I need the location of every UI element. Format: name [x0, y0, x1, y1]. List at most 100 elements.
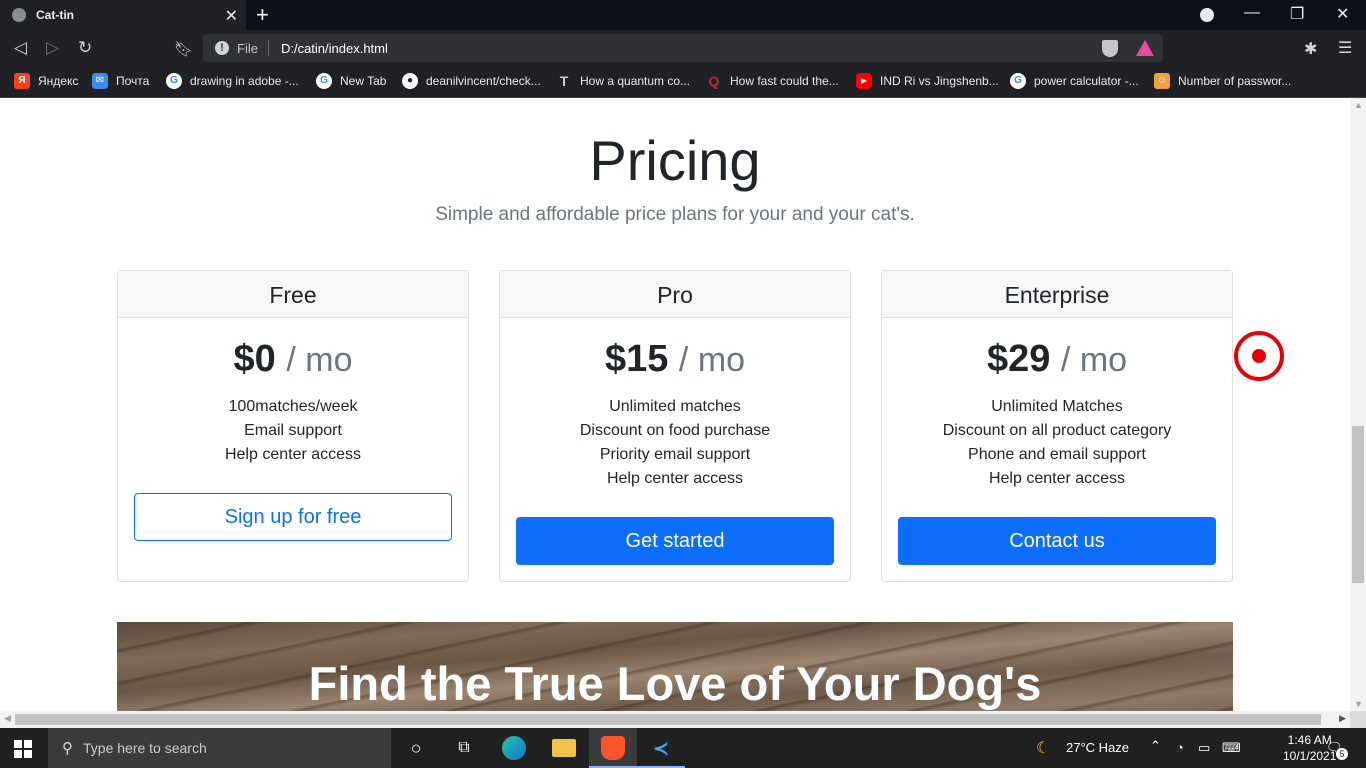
wifi-icon[interactable]: ◔	[1176, 740, 1184, 755]
url-scheme-label: File	[237, 40, 258, 56]
windows-start-icon[interactable]	[14, 740, 32, 758]
feature-list: Unlimited matches Discount on food purch…	[500, 395, 850, 491]
scrollbar-thumb[interactable]	[1352, 426, 1364, 583]
feature-list: Unlimited Matches Discount on all produc…	[882, 395, 1232, 491]
bookmark-label: Яндекс	[38, 74, 79, 88]
bookmark-item[interactable]: G New Tab	[316, 73, 386, 89]
brave-taskbar-item[interactable]	[589, 728, 637, 768]
brave-shield-icon[interactable]	[1102, 40, 1118, 57]
vscode-icon: ≺	[652, 737, 670, 760]
scroll-up-icon[interactable]: ▲	[1354, 100, 1363, 110]
bookmark-label: How a quantum co...	[580, 74, 691, 88]
menu-icon[interactable]: ☰	[1338, 38, 1352, 58]
reload-icon[interactable]: ↻	[78, 38, 92, 58]
bookmark-item[interactable]: ● deanilvincent/check...	[402, 73, 541, 89]
bookmark-item[interactable]: ☺ Number of passwor...	[1154, 73, 1291, 89]
notification-count: 5	[1336, 748, 1348, 760]
bookmark-label: IND Ri vs Jingshenb...	[880, 74, 999, 88]
forward-icon[interactable]: ▷	[46, 38, 59, 58]
contact-us-button[interactable]: Contact us	[898, 517, 1216, 565]
address-bar[interactable]: ! File D:/catin/index.html	[203, 34, 1163, 62]
taskbar-search[interactable]: ⚲ Type here to search	[48, 728, 391, 768]
google-icon: G	[166, 73, 182, 89]
page-title: Pricing	[589, 129, 761, 192]
search-icon: ⚲	[62, 740, 73, 757]
close-window-button[interactable]: ✕	[1336, 4, 1349, 24]
price-amount: $15	[604, 338, 669, 380]
get-started-button[interactable]: Get started	[516, 517, 834, 565]
url-text[interactable]: D:/catin/index.html	[281, 41, 388, 56]
feature-list: 100matches/week Email support Help cente…	[118, 395, 468, 467]
divider	[267, 40, 269, 56]
vertical-scrollbar[interactable]: ▲ ▼	[1350, 98, 1366, 711]
extensions-icon[interactable]: ✱	[1304, 39, 1317, 59]
bookmark-item[interactable]: T How a quantum co...	[556, 73, 690, 89]
file-explorer-icon[interactable]	[552, 739, 576, 757]
bookmark-label: drawing in adobe -...	[190, 74, 299, 88]
scrollbar-corner	[1350, 711, 1366, 728]
edge-icon[interactable]	[502, 736, 526, 760]
bookmark-label: power calculator -...	[1034, 74, 1139, 88]
tab-title: Cat-tin	[36, 8, 74, 22]
tab-strip: Cat-tin ✕ + — ❐ ✕	[0, 0, 1366, 30]
feature-item: Help center access	[606, 470, 744, 487]
pricing-card-pro: Pro $15 / mo Unlimited matches Discount …	[499, 270, 851, 582]
task-view-icon[interactable]: ⧉	[452, 736, 476, 760]
brave-rewards-icon[interactable]	[1136, 40, 1154, 56]
plan-price: $15 / mo	[500, 338, 850, 381]
feature-item: Discount on all product category	[942, 422, 1172, 439]
cortana-icon[interactable]: ○	[404, 736, 428, 760]
banner-title: Find the True Love of Your Dog's	[308, 657, 1042, 710]
scroll-right-icon[interactable]: ▶	[1339, 713, 1346, 724]
bookmark-label: deanilvincent/check...	[426, 74, 541, 88]
bookmark-item[interactable]: G power calculator -...	[1010, 73, 1139, 89]
scroll-down-icon[interactable]: ▼	[1354, 699, 1363, 709]
feature-item: Help center access	[988, 470, 1126, 487]
scrollbar-thumb[interactable]	[15, 714, 1321, 725]
bookmark-item[interactable]: ✉ Почта	[92, 73, 149, 89]
plan-price: $29 / mo	[882, 338, 1232, 381]
bookmark-item[interactable]: Q How fast could the...	[706, 73, 839, 89]
feature-item: Help center access	[224, 446, 362, 463]
vscode-taskbar-item[interactable]: ≺	[637, 728, 685, 768]
search-placeholder: Type here to search	[83, 740, 207, 756]
minimize-button[interactable]: —	[1244, 4, 1260, 22]
google-icon: G	[1010, 73, 1026, 89]
bookmarks-bar: Я Яндекс ✉ Почта G drawing in adobe -...…	[0, 66, 1366, 98]
bookmark-icon[interactable]: 🔖︎	[174, 40, 193, 58]
bookmark-label: Почта	[116, 74, 150, 88]
bookmark-label: How fast could the...	[730, 74, 839, 88]
scroll-left-icon[interactable]: ◀	[4, 713, 11, 724]
back-icon[interactable]: ◁	[14, 38, 27, 58]
github-icon: ●	[402, 73, 418, 89]
feature-item: Unlimited matches	[609, 398, 741, 415]
page-subtitle: Simple and affordable price plans for yo…	[435, 204, 915, 225]
youtube-icon: ▶	[856, 73, 872, 89]
globe-icon	[12, 8, 26, 22]
tab-cat-tin[interactable]: Cat-tin ✕	[0, 0, 246, 30]
cursor-dot-icon	[1252, 349, 1266, 363]
tab-close-icon[interactable]: ✕	[225, 6, 238, 26]
restore-button[interactable]: ❐	[1290, 4, 1304, 24]
new-tab-button[interactable]: +	[256, 2, 269, 28]
info-icon[interactable]: !	[215, 41, 229, 55]
plan-name: Pro	[500, 271, 850, 318]
bookmark-label: New Tab	[340, 74, 387, 88]
plan-name: Free	[118, 271, 468, 318]
bookmark-item[interactable]: G drawing in adobe -...	[166, 73, 299, 89]
horizontal-scrollbar[interactable]: ◀ ▶	[0, 711, 1350, 728]
weather-icon[interactable]: ☾	[1036, 738, 1050, 758]
price-period: / mo	[678, 341, 746, 379]
keyboard-icon[interactable]: ⌨	[1222, 740, 1241, 756]
chevron-up-icon[interactable]: ⌃	[1150, 738, 1161, 754]
battery-icon[interactable]: ▭	[1198, 740, 1210, 756]
price-amount: $0	[233, 338, 276, 380]
plan-price: $0 / mo	[118, 338, 468, 381]
bookmark-item[interactable]: Я Яндекс	[14, 73, 78, 89]
bookmark-item[interactable]: ▶ IND Ri vs Jingshenb...	[856, 73, 999, 89]
profile-menu-icon[interactable]	[1200, 8, 1214, 22]
weather-text[interactable]: 27°C Haze	[1066, 740, 1129, 755]
windows-taskbar: ⚲ Type here to search ○ ⧉ ≺ ☾ 27°C Haze …	[0, 728, 1366, 768]
sign-up-button[interactable]: Sign up for free	[134, 493, 452, 541]
t-icon: T	[559, 73, 569, 89]
